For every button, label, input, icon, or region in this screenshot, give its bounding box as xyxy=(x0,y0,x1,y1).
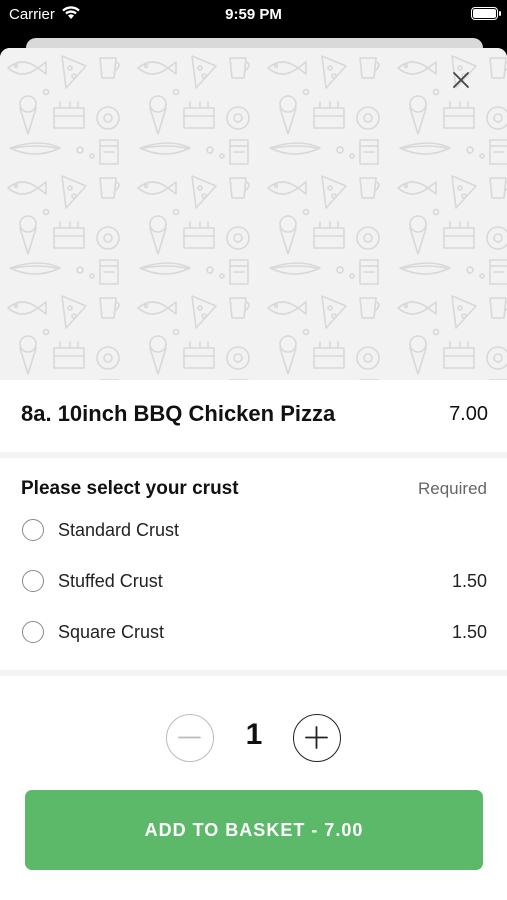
status-bar: Carrier 9:59 PM xyxy=(0,0,507,34)
close-button[interactable] xyxy=(449,68,473,92)
quantity-value: 1 xyxy=(245,718,263,751)
quantity-stepper: 1 xyxy=(0,708,507,768)
item-price: 7.00 xyxy=(449,403,488,425)
status-time: 9:59 PM xyxy=(225,6,282,23)
crust-heading: Please select your crust xyxy=(21,478,239,499)
required-label: Required xyxy=(418,479,487,498)
radio-button[interactable] xyxy=(22,621,44,643)
minus-icon xyxy=(178,736,201,739)
section-divider xyxy=(0,670,507,676)
radio-button[interactable] xyxy=(22,570,44,592)
item-title-row: 8a. 10inch BBQ Chicken Pizza 7.00 xyxy=(0,380,507,452)
item-hero-image xyxy=(0,48,507,380)
crust-option-standard[interactable]: Standard Crust xyxy=(0,511,507,551)
decrease-quantity-button[interactable] xyxy=(166,714,214,762)
radio-button[interactable] xyxy=(22,519,44,541)
crust-option-square[interactable]: Square Crust 1.50 xyxy=(0,613,507,653)
add-to-basket-button[interactable]: ADD TO BASKET - 7.00 xyxy=(25,790,483,870)
increase-quantity-button[interactable] xyxy=(293,714,341,762)
crust-option-stuffed[interactable]: Stuffed Crust 1.50 xyxy=(0,562,507,602)
option-label: Standard Crust xyxy=(58,520,180,540)
option-price: 1.50 xyxy=(451,571,487,591)
option-label: Stuffed Crust xyxy=(58,571,163,591)
food-doodle-pattern xyxy=(0,48,507,380)
item-detail-sheet: 8a. 10inch BBQ Chicken Pizza 7.00 Please… xyxy=(0,48,507,900)
item-title: 8a. 10inch BBQ Chicken Pizza xyxy=(21,401,336,426)
plus-icon xyxy=(305,726,328,749)
option-price: 1.50 xyxy=(451,622,487,642)
battery-icon xyxy=(471,7,501,20)
crust-options-section: Please select your crust Required Standa… xyxy=(0,458,507,670)
close-icon xyxy=(453,72,469,88)
option-label: Square Crust xyxy=(58,622,165,642)
